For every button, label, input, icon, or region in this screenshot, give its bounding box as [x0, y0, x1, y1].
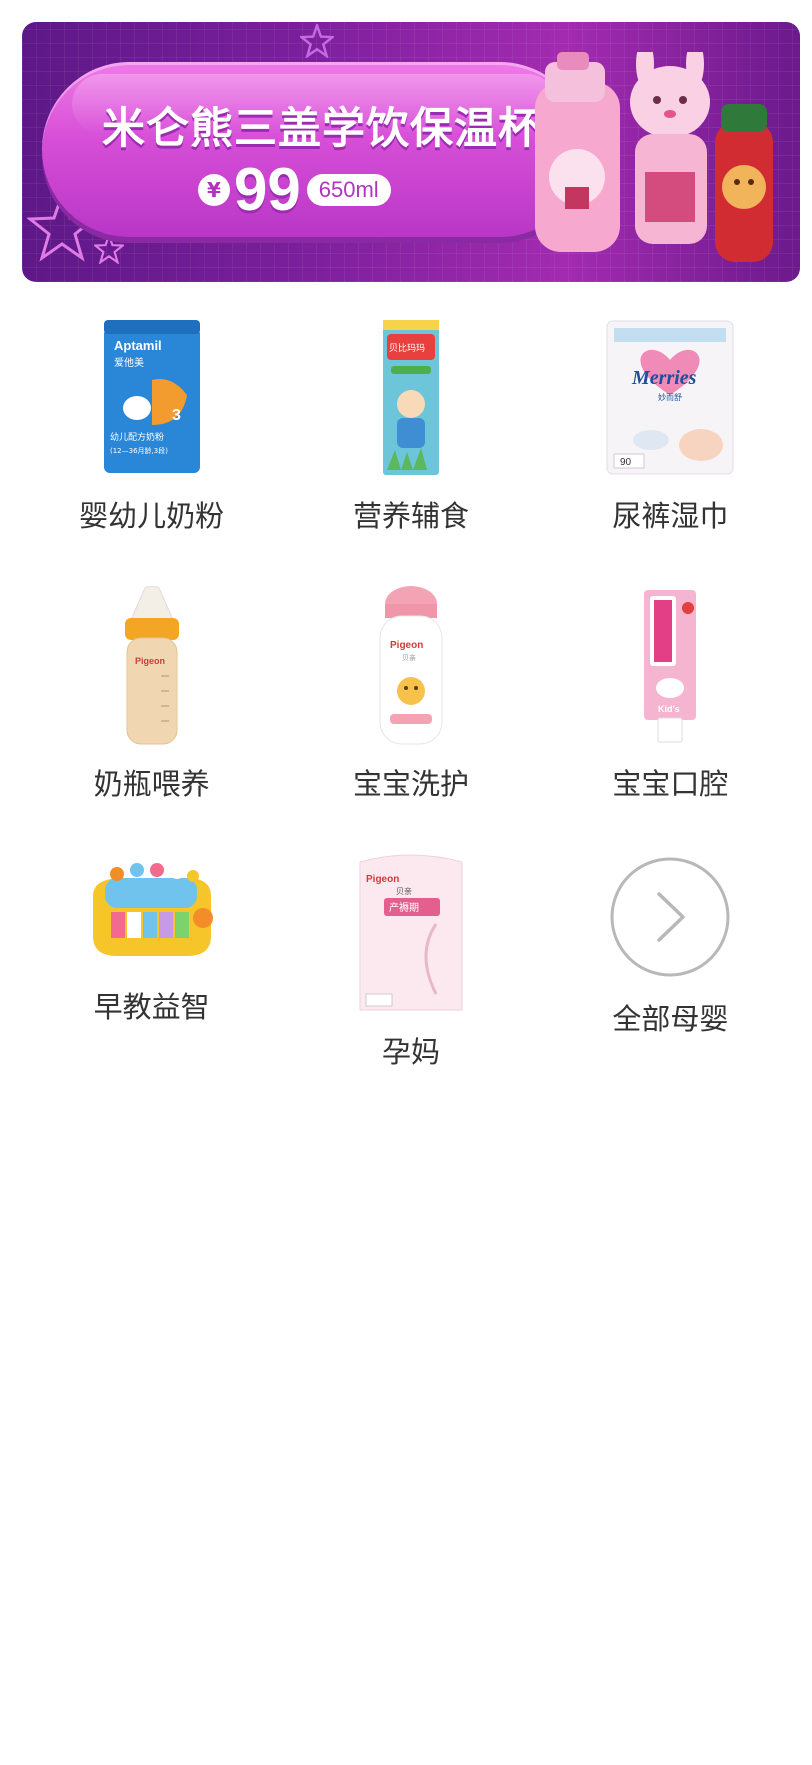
category-label: 宝宝口腔	[612, 767, 729, 801]
milk-powder-image: Aptamil 爱他美 3 幼儿配方奶粉 (12—36月龄,3段)	[87, 320, 217, 475]
stage-number: 3	[172, 407, 181, 424]
chevron-right-icon	[610, 857, 730, 977]
category-label: 尿裤湿巾	[612, 499, 729, 533]
product-text: 幼儿配方奶粉	[110, 431, 164, 443]
category-maternity[interactable]: Pigeon 贝亲 产褥期 孕妈	[281, 854, 540, 1069]
brand-name: Pigeon	[366, 874, 399, 885]
category-label: 孕妈	[381, 1035, 440, 1069]
product-text: 产褥期	[389, 901, 419, 914]
category-label: 婴幼儿奶粉	[79, 499, 225, 533]
brand-name: Pigeon	[135, 656, 165, 666]
brand-name: Aptamil	[114, 338, 162, 353]
brand-name-cn: 贝亲	[402, 653, 416, 662]
price-value: 99	[234, 156, 301, 223]
brand-name: 贝比玛玛	[389, 342, 425, 354]
star-decoration-icon	[300, 24, 334, 58]
volume-badge: 650ml	[306, 174, 391, 206]
category-all[interactable]: 全部母婴	[541, 856, 800, 1036]
maternity-pads-image: Pigeon 贝亲 产褥期	[346, 854, 476, 1011]
currency-badge: ¥	[198, 174, 230, 206]
category-label: 营养辅食	[352, 499, 469, 533]
diaper-pack-image: Merries 妙而舒 90	[605, 320, 735, 475]
brand-name-cn: 爱他美	[114, 356, 144, 369]
category-baby-food[interactable]: 贝比玛玛 营养辅食	[281, 320, 540, 533]
product-subtext: (12—36月龄,3段)	[110, 446, 168, 455]
category-label: 早教益智	[93, 990, 210, 1024]
promo-banner[interactable]: 米仑熊三盖学饮保温杯 ¥ 99 650ml	[22, 22, 800, 282]
lotion-bottle-image: Pigeon 贝亲	[346, 585, 476, 744]
price-row: ¥ 99 650ml	[198, 159, 391, 221]
brand-name: Pigeon	[390, 640, 423, 651]
toy-piano-image	[87, 856, 217, 966]
brand-name-cn: 贝亲	[396, 886, 412, 896]
category-diapers[interactable]: Merries 妙而舒 90 尿裤湿巾	[541, 320, 800, 533]
category-label: 全部母婴	[612, 1002, 729, 1036]
category-feeding-bottle[interactable]: Pigeon 奶瓶喂养	[22, 585, 281, 801]
category-baby-care[interactable]: Pigeon 贝亲 宝宝洗护	[281, 585, 540, 801]
view-all-button[interactable]	[605, 856, 735, 978]
star-decoration-icon	[94, 234, 124, 264]
banner-title: 米仑熊三盖学饮保温杯	[102, 104, 542, 154]
brand-name: Kid's	[658, 704, 680, 714]
category-label: 奶瓶喂养	[93, 767, 210, 801]
brand-name-cn: 妙而舒	[658, 392, 682, 402]
baby-bottle-image: Pigeon	[87, 585, 217, 744]
category-oral-care[interactable]: Kid's 宝宝口腔	[541, 588, 800, 801]
thermos-cups-image	[535, 52, 773, 262]
pack-count: 90	[620, 457, 632, 468]
category-educational-toys[interactable]: 早教益智	[22, 856, 281, 1024]
category-grid: Aptamil 爱他美 3 幼儿配方奶粉 (12—36月龄,3段) 婴幼儿奶粉 …	[22, 320, 800, 1069]
baby-food-image: 贝比玛玛	[346, 320, 476, 475]
category-milk-powder[interactable]: Aptamil 爱他美 3 幼儿配方奶粉 (12—36月龄,3段) 婴幼儿奶粉	[22, 320, 281, 533]
brand-name: Merries	[631, 367, 697, 389]
toothpaste-image: Kid's	[605, 588, 735, 743]
category-label: 宝宝洗护	[352, 767, 469, 801]
